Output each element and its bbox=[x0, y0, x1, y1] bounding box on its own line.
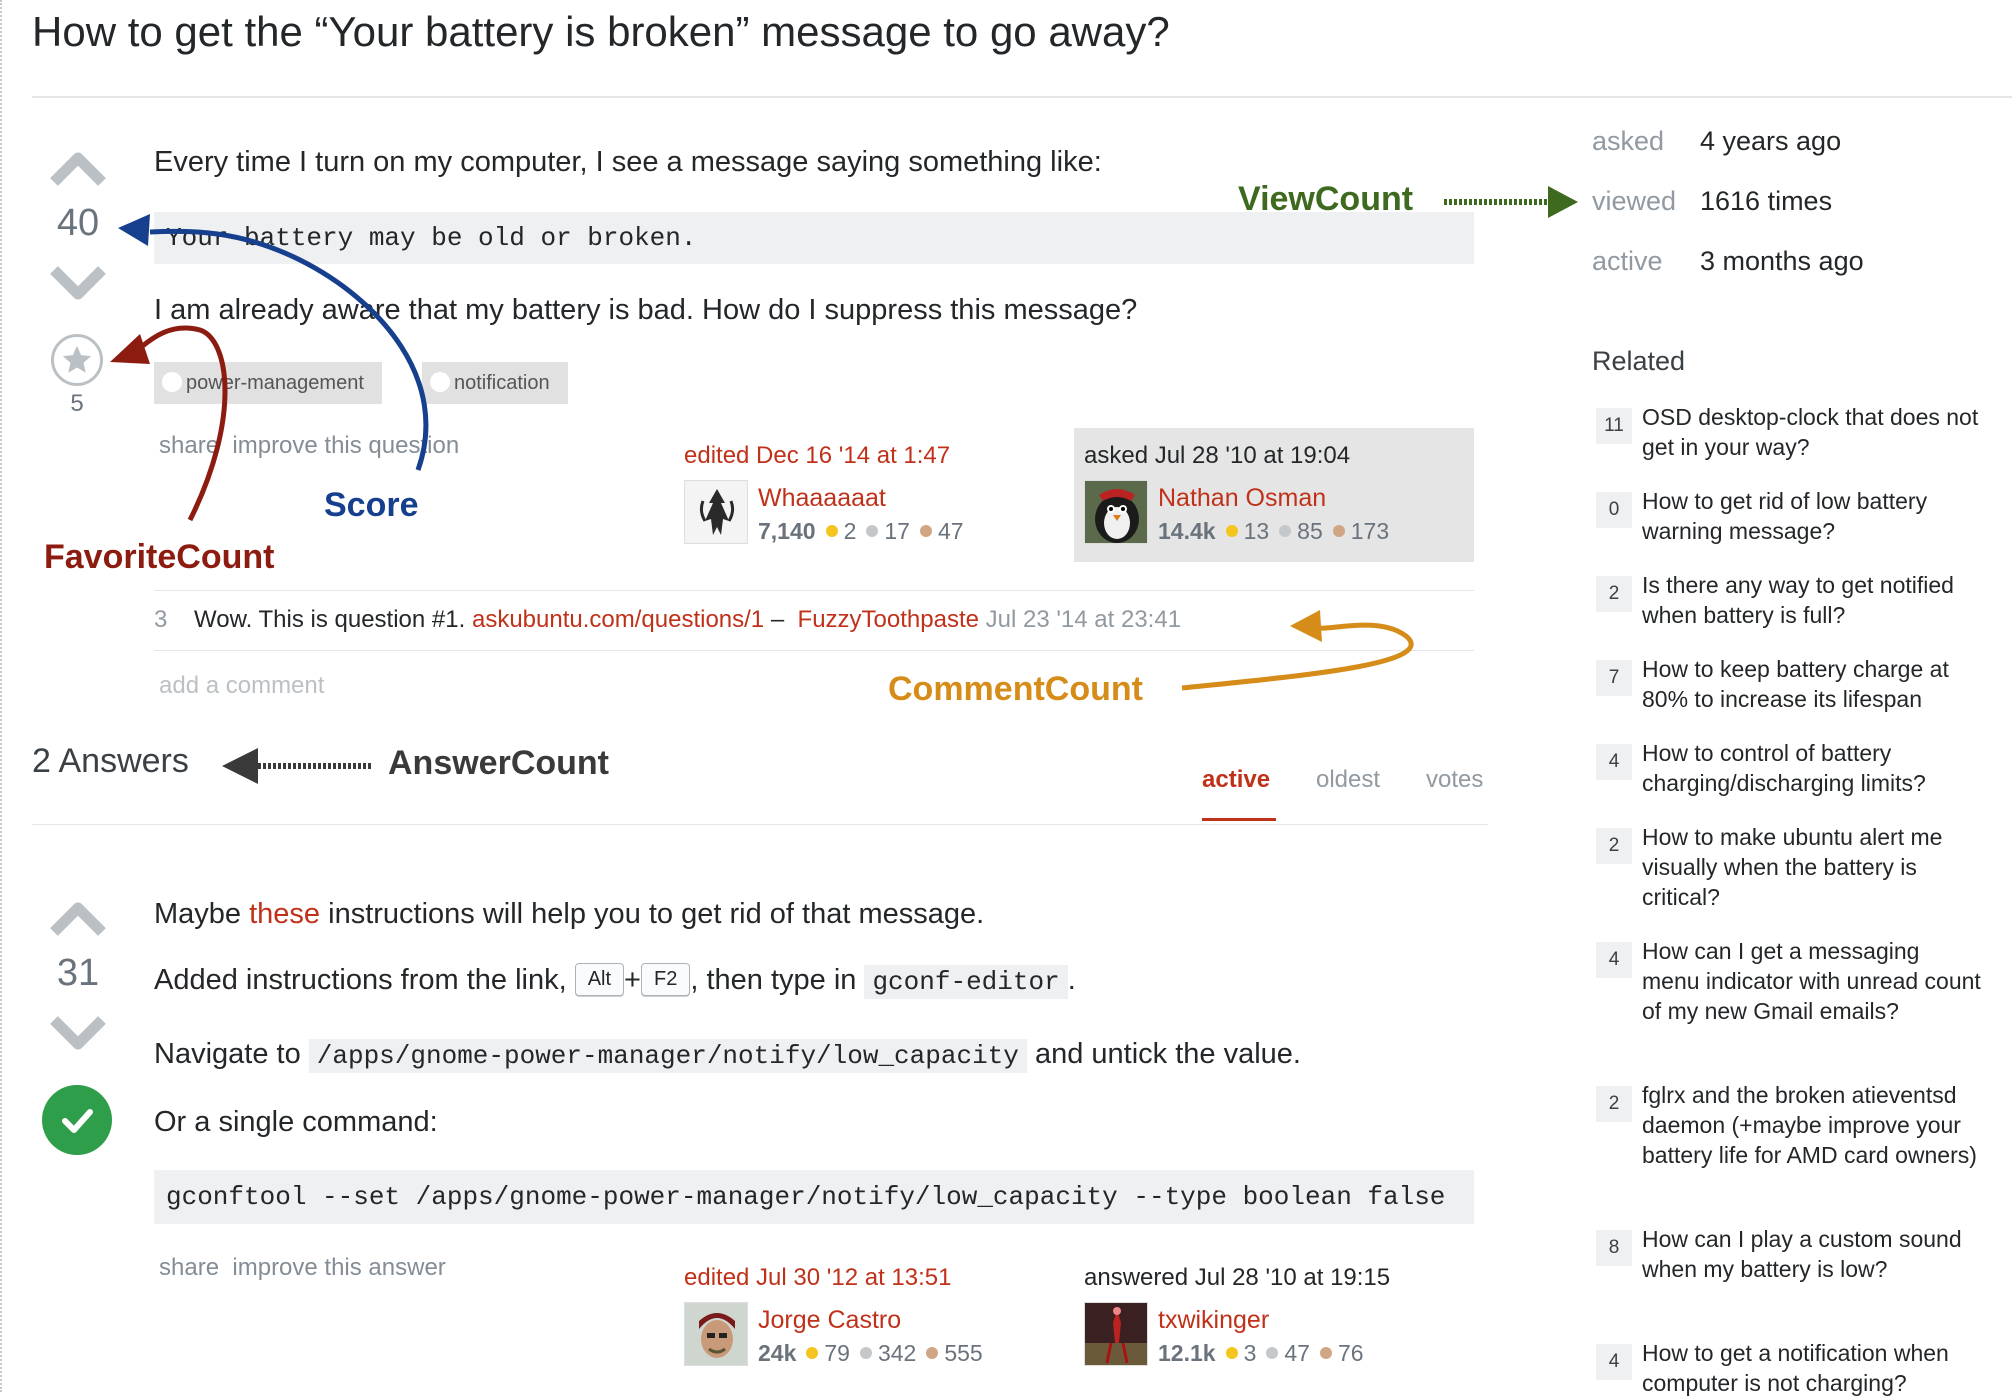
annotation-score: Score bbox=[324, 486, 419, 524]
annotation-favoritecount: FavoriteCount bbox=[44, 538, 275, 576]
annotation-viewcount: ViewCount bbox=[1238, 180, 1414, 218]
annotation-answercount: AnswerCount bbox=[388, 744, 609, 782]
annotation-commentcount: CommentCount bbox=[888, 670, 1143, 708]
